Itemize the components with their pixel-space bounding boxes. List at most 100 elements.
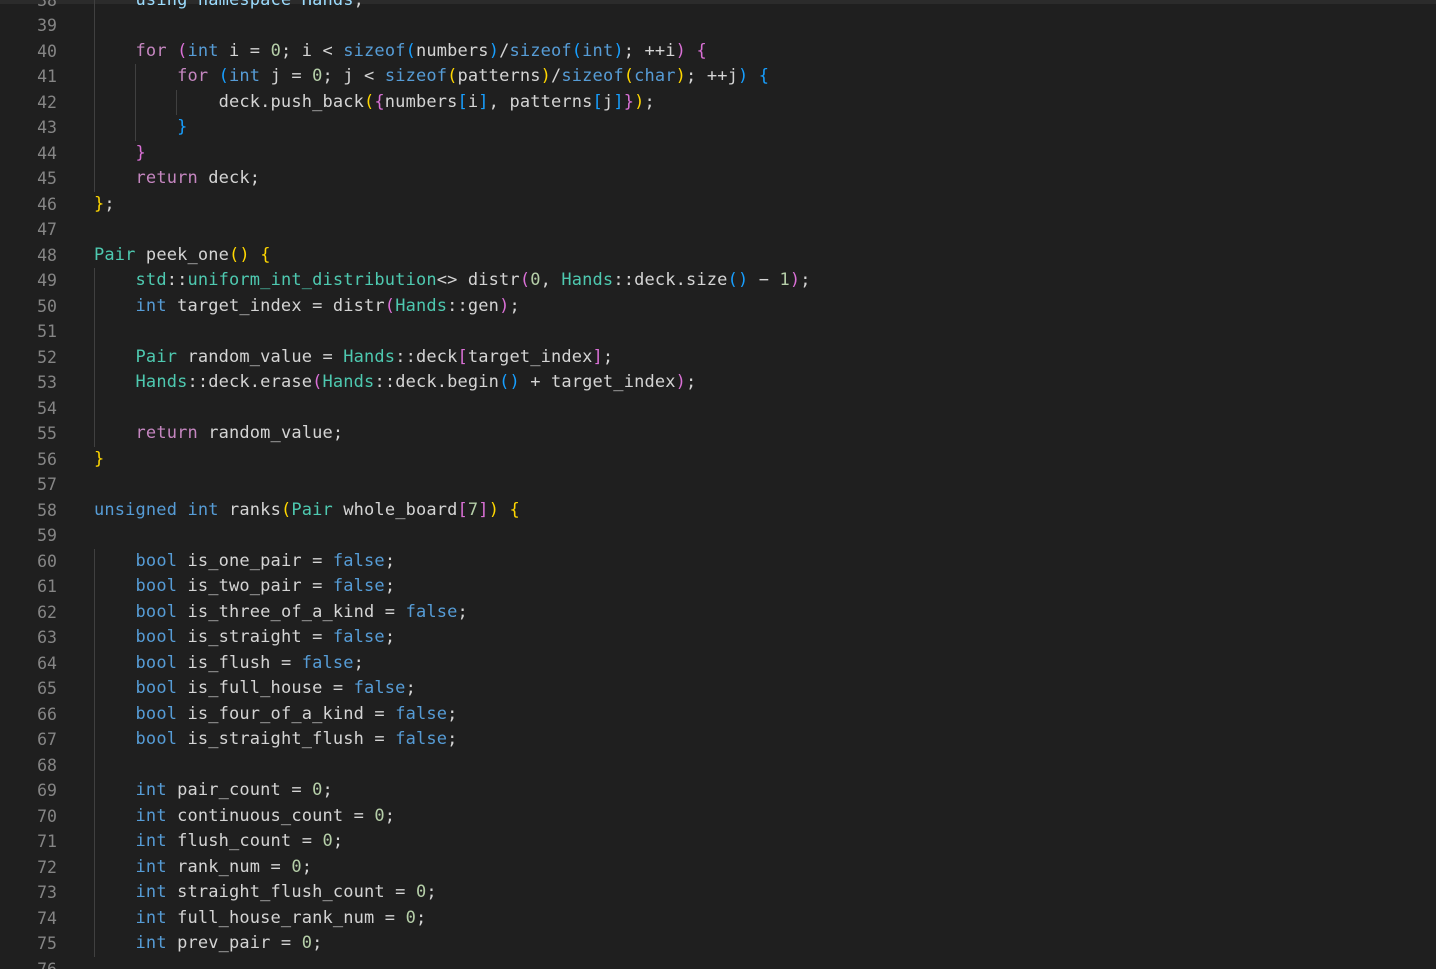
code-line[interactable]: 43 } [0, 115, 1436, 141]
line-number: 48 [37, 245, 57, 265]
code-token: is_four_of_a_kind = [177, 703, 396, 724]
code-token: ( [571, 40, 583, 61]
code-line[interactable]: 63 bool is_straight = false; [0, 625, 1436, 651]
code-token: uniform_int_distribution [187, 270, 437, 290]
code-line[interactable]: 38 using namespace Hands; [0, 0, 1436, 13]
code-token: ; [354, 0, 364, 10]
code-token: 0 [312, 780, 323, 800]
code-line[interactable]: 41 for (int j = 0; j < sizeof(patterns)/… [0, 64, 1436, 90]
line-number: 74 [37, 908, 57, 928]
code-token: () [229, 244, 250, 265]
code-line[interactable]: 66 bool is_four_of_a_kind = false; [0, 701, 1436, 728]
code-token: j [602, 91, 614, 112]
code-line[interactable]: 45 return deck; [0, 166, 1436, 192]
line-number: 49 [37, 271, 57, 290]
code-line[interactable]: 48 Pair peek_one() { [0, 243, 1436, 269]
code-token: Hands [343, 346, 396, 367]
code-token: { [696, 40, 707, 61]
code-line[interactable]: 51 [0, 319, 1436, 345]
code-token: ] [478, 499, 489, 520]
code-token: 0 [530, 270, 541, 290]
code-line[interactable]: 55 return random_value; [0, 421, 1436, 447]
code-text: bool is_four_of_a_kind = false; [94, 702, 458, 728]
code-line[interactable]: 58 unsigned int ranks(Pair whole_board[7]… [0, 498, 1436, 524]
line-number: 59 [37, 526, 57, 545]
code-line[interactable]: 57 [0, 472, 1436, 498]
indent-guide [94, 395, 95, 421]
code-text: return deck; [94, 166, 260, 192]
code-token: ; [602, 346, 614, 367]
code-line[interactable]: 67 bool is_straight_flush = false; [0, 727, 1436, 753]
code-line[interactable]: 49 std::uniform_int_distribution<> distr… [0, 268, 1436, 294]
code-line[interactable]: 61 bool is_two_pair = false; [0, 574, 1436, 600]
code-text: int full_house_rank_num = 0; [94, 906, 427, 932]
code-line[interactable]: 68 [0, 752, 1436, 778]
code-line[interactable]: 74 int full_house_rank_num = 0; [0, 905, 1436, 932]
code-line[interactable]: 71 int flush_count = 0; [0, 829, 1436, 855]
code-token: , patterns [488, 91, 593, 112]
code-token: ( [405, 40, 416, 61]
code-line[interactable]: 59 [0, 523, 1436, 549]
line-number: 46 [37, 194, 57, 214]
code-token: { [374, 91, 385, 112]
code-token: Hands [135, 372, 188, 392]
code-token: ; [301, 856, 313, 877]
code-line[interactable]: 72 int rank_num = 0; [0, 854, 1436, 880]
code-line[interactable]: 70 int continuous_count = 0; [0, 803, 1436, 830]
code-text: int continuous_count = 0; [94, 804, 395, 830]
code-line[interactable]: 50 int target_index = distr(Hands::gen); [0, 293, 1436, 319]
code-text: int prev_pair = 0; [94, 931, 323, 957]
code-token: deck; [197, 168, 261, 188]
code-token: ; [415, 907, 427, 928]
code-token: i [467, 91, 479, 112]
code-line[interactable]: 60 bool is_one_pair = false; [0, 548, 1436, 574]
code-line[interactable]: 44 } [0, 140, 1436, 166]
code-token: target_index [467, 346, 593, 367]
code-line[interactable]: 40 for (int i = 0; i < sizeof(numbers)/s… [0, 38, 1436, 64]
code-line[interactable]: 69 int pair_count = 0; [0, 778, 1436, 804]
code-line[interactable]: 65 bool is_full_house = false; [0, 676, 1436, 702]
code-token: int [135, 933, 167, 953]
code-line[interactable]: 75 int prev_pair = 0; [0, 931, 1436, 957]
code-token: } [94, 193, 105, 214]
code-token: ] [478, 91, 489, 112]
line-number: 72 [37, 857, 57, 877]
code-line[interactable]: 76 [0, 957, 1436, 969]
code-editor[interactable]: 38 using namespace Hands;3940 for (int i… [0, 0, 1436, 969]
code-text: bool is_full_house = false; [94, 676, 416, 702]
code-line[interactable]: 73 int straight_flush_count = 0; [0, 880, 1436, 906]
code-token: ; [457, 601, 468, 622]
code-line[interactable]: 62 bool is_three_of_a_kind = false; [0, 599, 1436, 625]
code-line[interactable]: 64 bool is_flush = false; [0, 650, 1436, 676]
code-line[interactable]: 52 Pair random_value = Hands::deck[targe… [0, 344, 1436, 370]
code-token: int [582, 40, 614, 61]
code-token: false [405, 601, 458, 622]
code-lines: 38 using namespace Hands;3940 for (int i… [0, 0, 1436, 969]
code-token: 0 [322, 831, 333, 851]
code-token: is_one_pair = [177, 550, 333, 571]
code-token: patterns [457, 66, 541, 86]
code-line[interactable]: 39 [0, 13, 1436, 39]
code-line[interactable]: 54 [0, 395, 1436, 421]
indent-guide [94, 13, 95, 39]
code-token: ::deck.size [613, 270, 728, 290]
code-line[interactable]: 42 deck.push_back({numbers[i], patterns[… [0, 89, 1436, 115]
code-token: int [135, 856, 167, 877]
code-line[interactable]: 47 [0, 217, 1436, 243]
code-token: ; [353, 652, 365, 673]
code-line[interactable]: 56} [0, 447, 1436, 473]
line-number: 73 [37, 883, 57, 902]
code-token: ( [384, 295, 396, 316]
code-line[interactable]: 46}; [0, 192, 1436, 218]
code-line[interactable]: 53 Hands::deck.erase(Hands::deck.begin()… [0, 370, 1436, 396]
